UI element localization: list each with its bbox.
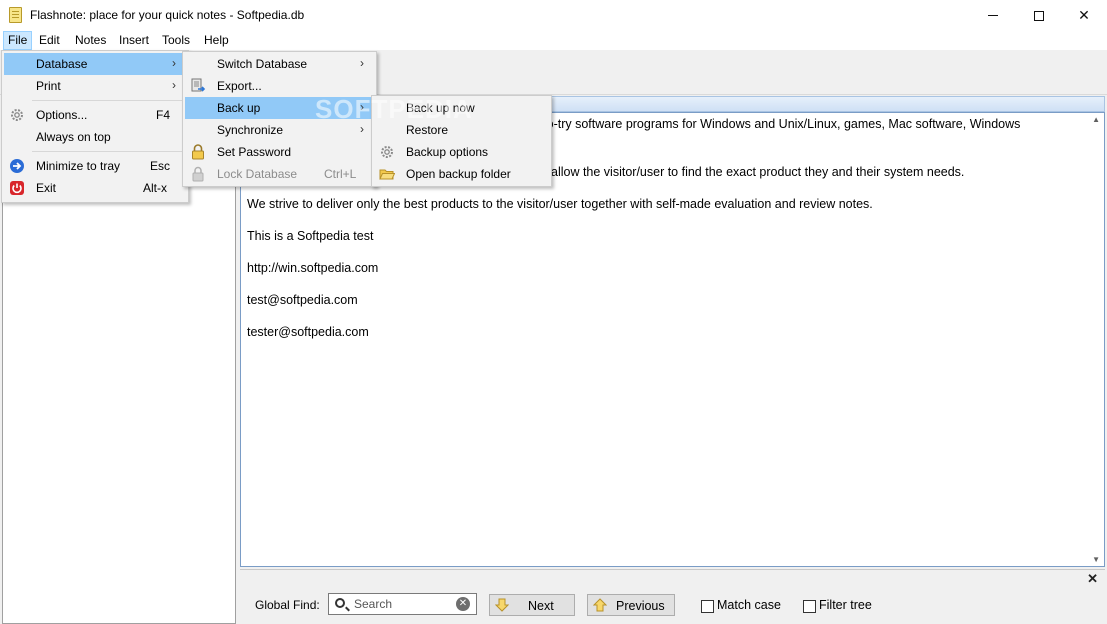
search-box[interactable]: ✕ bbox=[328, 593, 477, 615]
separator bbox=[32, 100, 182, 101]
match-case-checkbox[interactable] bbox=[701, 600, 714, 613]
menu-tools[interactable]: Tools bbox=[158, 31, 194, 50]
editor-line: test@softpedia.com bbox=[247, 293, 358, 307]
menu-notes[interactable]: Notes bbox=[71, 31, 110, 50]
options-shortcut: F4 bbox=[156, 108, 171, 122]
find-bar: ✕ Global Find: ✕ Next Previous Match cas… bbox=[240, 569, 1105, 624]
next-button[interactable]: Next bbox=[489, 594, 575, 616]
menu-item-print[interactable]: Print › bbox=[4, 75, 186, 97]
editor-line: -to-try software programs for Windows an… bbox=[539, 117, 1021, 131]
title-bar: Flashnote: place for your quick notes - … bbox=[0, 0, 1107, 31]
options-label: Options... bbox=[36, 108, 88, 122]
restore-label: Restore bbox=[406, 123, 449, 137]
menu-item-switch-database[interactable]: Switch Database › bbox=[185, 53, 374, 75]
folder-icon bbox=[379, 169, 395, 180]
lock-icon bbox=[192, 144, 204, 160]
window-title: Flashnote: place for your quick notes - … bbox=[30, 8, 305, 22]
menu-item-backup-options[interactable]: Backup options bbox=[374, 141, 549, 163]
menu-item-always-on-top[interactable]: Always on top bbox=[4, 126, 186, 148]
arrow-down-icon bbox=[495, 598, 509, 612]
menu-item-lock-database[interactable]: Lock Database Ctrl+L bbox=[185, 163, 374, 185]
close-button[interactable]: ✕ bbox=[1061, 0, 1107, 31]
gear-icon bbox=[381, 146, 393, 158]
menu-item-database[interactable]: Database › bbox=[4, 53, 186, 75]
menu-help[interactable]: Help bbox=[200, 31, 233, 50]
menu-bar: File Edit Notes Insert Tools Help bbox=[0, 31, 1107, 50]
filter-tree-label: Filter tree bbox=[819, 598, 872, 612]
notepad-icon bbox=[9, 7, 22, 23]
editor-line: tester@softpedia.com bbox=[247, 325, 369, 339]
backup-label: Back up bbox=[217, 101, 261, 115]
backup-options-label: Backup options bbox=[406, 145, 489, 159]
file-menu: Database › Print › Options... F4 Always … bbox=[1, 50, 189, 203]
close-findbar-icon[interactable]: ✕ bbox=[1087, 571, 1098, 587]
export-icon bbox=[191, 78, 206, 92]
menu-item-open-backup-folder[interactable]: Open backup folder bbox=[374, 163, 549, 185]
editor-line: This is a Softpedia test bbox=[247, 229, 374, 243]
editor-line: http://win.softpedia.com bbox=[247, 261, 379, 275]
chevron-right-icon: › bbox=[172, 78, 176, 92]
search-input[interactable] bbox=[354, 596, 449, 612]
match-case-label: Match case bbox=[717, 598, 781, 612]
separator bbox=[32, 151, 182, 152]
minimize-tray-icon bbox=[10, 159, 24, 173]
maximize-icon bbox=[1034, 10, 1044, 21]
close-icon: ✕ bbox=[1078, 7, 1090, 23]
clear-search-icon[interactable]: ✕ bbox=[456, 597, 470, 611]
scroll-up-icon[interactable]: ▲ bbox=[1092, 115, 1100, 124]
minimize-button[interactable] bbox=[970, 0, 1016, 31]
lock-database-label: Lock Database bbox=[217, 167, 298, 181]
minimize-icon bbox=[988, 15, 998, 16]
menu-item-set-password[interactable]: Set Password bbox=[185, 141, 374, 163]
export-label: Export... bbox=[217, 79, 262, 93]
arrow-up-icon bbox=[593, 598, 607, 612]
database-label: Database bbox=[36, 57, 88, 71]
menu-item-exit[interactable]: Exit Alt-x bbox=[4, 177, 186, 199]
menu-file[interactable]: File bbox=[3, 31, 33, 50]
exit-shortcut: Alt-x bbox=[143, 181, 167, 195]
editor-line: We strive to deliver only the best produ… bbox=[247, 197, 873, 211]
minimize-label: Minimize to tray bbox=[36, 159, 121, 173]
previous-label: Previous bbox=[616, 599, 665, 613]
search-icon bbox=[335, 598, 345, 608]
menu-item-minimize-to-tray[interactable]: Minimize to tray Esc bbox=[4, 155, 186, 177]
power-icon bbox=[10, 181, 24, 195]
set-password-label: Set Password bbox=[217, 145, 292, 159]
filter-tree-checkbox[interactable] bbox=[803, 600, 816, 613]
exit-label: Exit bbox=[36, 181, 57, 195]
maximize-button[interactable] bbox=[1016, 0, 1062, 31]
editor-line: allow the visitor/user to find the exact… bbox=[551, 165, 965, 179]
previous-button[interactable]: Previous bbox=[587, 594, 675, 616]
chevron-right-icon: › bbox=[360, 56, 364, 70]
always-on-top-label: Always on top bbox=[36, 130, 111, 144]
print-label: Print bbox=[36, 79, 61, 93]
open-backup-folder-label: Open backup folder bbox=[406, 167, 511, 181]
gear-icon bbox=[11, 109, 23, 121]
switch-database-label: Switch Database bbox=[217, 57, 308, 71]
next-label: Next bbox=[528, 599, 554, 613]
watermark: SOFTPEDIA bbox=[315, 94, 473, 124]
menu-insert[interactable]: Insert bbox=[115, 31, 153, 50]
chevron-right-icon: › bbox=[172, 56, 176, 70]
lock-shortcut: Ctrl+L bbox=[324, 167, 357, 181]
menu-edit[interactable]: Edit bbox=[35, 31, 64, 50]
scroll-down-icon[interactable]: ▼ bbox=[1092, 555, 1100, 564]
minimize-shortcut: Esc bbox=[150, 159, 171, 173]
synchronize-label: Synchronize bbox=[217, 123, 284, 137]
menu-item-options[interactable]: Options... F4 bbox=[4, 104, 186, 126]
global-find-label: Global Find: bbox=[255, 598, 320, 612]
lock-disabled-icon bbox=[192, 166, 204, 182]
